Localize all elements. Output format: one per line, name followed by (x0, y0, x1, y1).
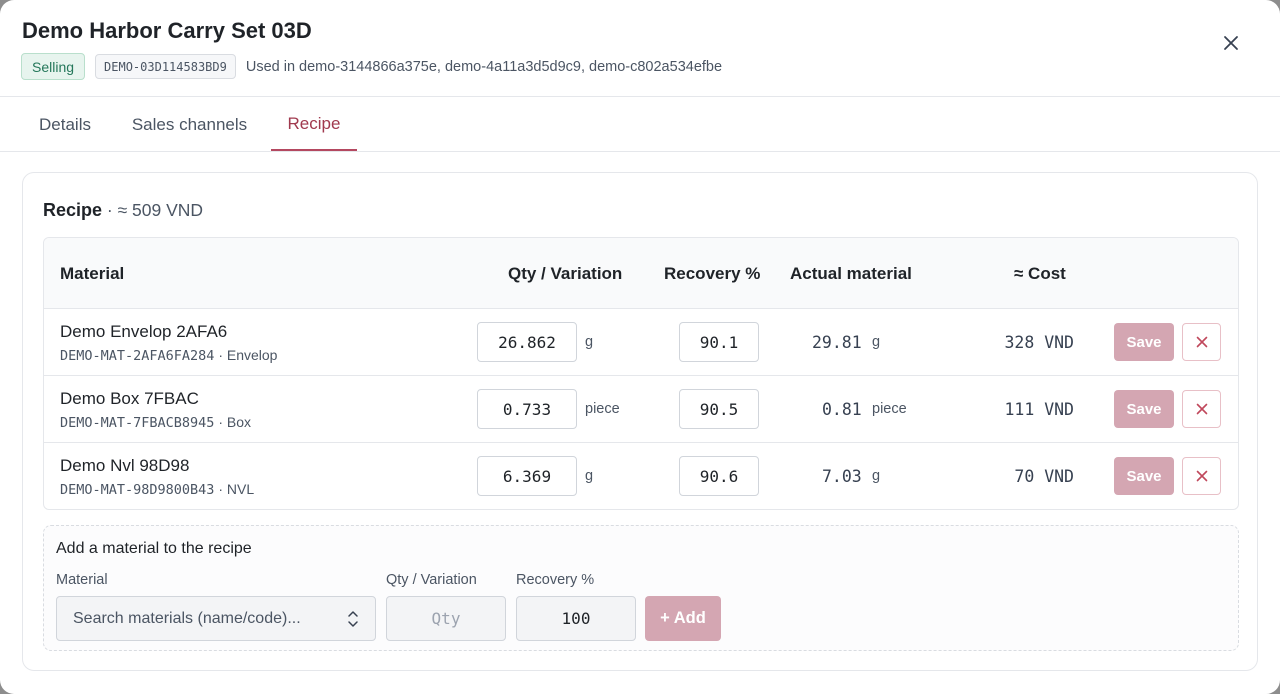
status-badge: Selling (21, 53, 86, 80)
material-code: DEMO-MAT-98D9800B43 · NVL (60, 481, 255, 498)
close-icon (1224, 36, 1238, 50)
actual-unit: g (872, 468, 881, 484)
material-name: Demo Envelop 2AFA6 (60, 322, 228, 341)
table-row: Demo Box 7FBAC DEMO-MAT-7FBACB8945 · Box… (44, 376, 1238, 443)
qty-label: Qty / Variation (386, 572, 477, 588)
cost-value: 70 VND (1014, 467, 1074, 486)
tab-bar: Details Sales channels Recipe (0, 98, 1280, 152)
recovery-input-new[interactable]: 100 (516, 596, 636, 641)
material-search-select[interactable]: Search materials (name/code)... (56, 596, 376, 641)
x-icon (1196, 403, 1207, 415)
tab-sales-channels[interactable]: Sales channels (112, 98, 267, 151)
save-button[interactable]: Save (1114, 323, 1174, 361)
used-in-text: Used in demo-3144866a375e, demo-4a11a3d5… (245, 58, 723, 75)
qty-input-new[interactable]: Qty (386, 596, 506, 641)
material-code: DEMO-MAT-7FBACB8945 · Box (60, 414, 252, 431)
col-material: Material (60, 264, 125, 283)
qty-input[interactable]: 0.733 (477, 389, 577, 429)
recipe-table: Material Qty / Variation Recovery % Actu… (43, 237, 1239, 510)
recipe-cost-summary: · ≈ 509 VND (102, 200, 204, 220)
cost-value: 328 VND (1004, 333, 1074, 352)
material-label: Material (56, 572, 108, 588)
actual-value: 0.81 (822, 400, 862, 419)
col-qty: Qty / Variation (508, 264, 623, 283)
actual-value: 29.81 (812, 333, 862, 352)
recovery-input[interactable]: 90.5 (679, 389, 759, 429)
qty-unit: piece (585, 401, 620, 417)
col-recovery: Recovery % (664, 264, 761, 283)
recovery-input[interactable]: 90.1 (679, 322, 759, 362)
product-modal: Demo Harbor Carry Set 03D Selling DEMO-0… (0, 0, 1280, 694)
x-icon (1196, 470, 1207, 482)
delete-button[interactable] (1182, 390, 1221, 428)
cost-value: 111 VND (1004, 400, 1074, 419)
material-name: Demo Nvl 98D98 (60, 456, 190, 475)
add-material-panel: Add a material to the recipe Material Qt… (43, 525, 1239, 651)
recipe-card: Recipe · ≈ 509 VND Material Qty / Variat… (22, 172, 1258, 671)
product-code-badge: DEMO-03D114583BD9 (95, 54, 236, 79)
save-button[interactable]: Save (1114, 390, 1174, 428)
col-actual: Actual material (790, 264, 912, 283)
add-material-title: Add a material to the recipe (56, 540, 252, 557)
recipe-title: Recipe (43, 200, 103, 220)
tab-details[interactable]: Details (20, 98, 110, 151)
material-code: DEMO-MAT-2AFA6FA284 · Envelop (60, 347, 278, 364)
actual-value: 7.03 (822, 467, 862, 486)
chevron-updown-icon (348, 611, 358, 627)
col-cost: ≈ Cost (1014, 264, 1066, 283)
recovery-input[interactable]: 90.6 (679, 456, 759, 496)
close-button[interactable] (1218, 30, 1244, 56)
table-header: Material Qty / Variation Recovery % Actu… (44, 238, 1238, 309)
save-button[interactable]: Save (1114, 457, 1174, 495)
table-row: Demo Envelop 2AFA6 DEMO-MAT-2AFA6FA284 ·… (44, 309, 1238, 376)
delete-button[interactable] (1182, 323, 1221, 361)
material-search-placeholder: Search materials (name/code)... (73, 609, 301, 627)
material-name: Demo Box 7FBAC (60, 389, 199, 408)
add-material-button[interactable]: + Add (645, 596, 721, 641)
x-icon (1196, 336, 1207, 348)
tab-recipe[interactable]: Recipe (271, 98, 357, 151)
delete-button[interactable] (1182, 457, 1221, 495)
product-meta: Selling DEMO-03D114583BD9 Used in demo-3… (21, 53, 722, 80)
actual-unit: g (872, 334, 881, 350)
recovery-label: Recovery % (516, 572, 595, 588)
qty-unit: g (585, 468, 594, 484)
modal-header: Demo Harbor Carry Set 03D Selling DEMO-0… (0, 0, 1280, 97)
recipe-heading: Recipe · ≈ 509 VND (43, 200, 203, 221)
product-title: Demo Harbor Carry Set 03D (22, 18, 312, 43)
actual-unit: piece (872, 401, 907, 417)
qty-input[interactable]: 26.862 (477, 322, 577, 362)
table-row: Demo Nvl 98D98 DEMO-MAT-98D9800B43 · NVL… (44, 443, 1238, 509)
qty-unit: g (585, 334, 594, 350)
qty-input[interactable]: 6.369 (477, 456, 577, 496)
